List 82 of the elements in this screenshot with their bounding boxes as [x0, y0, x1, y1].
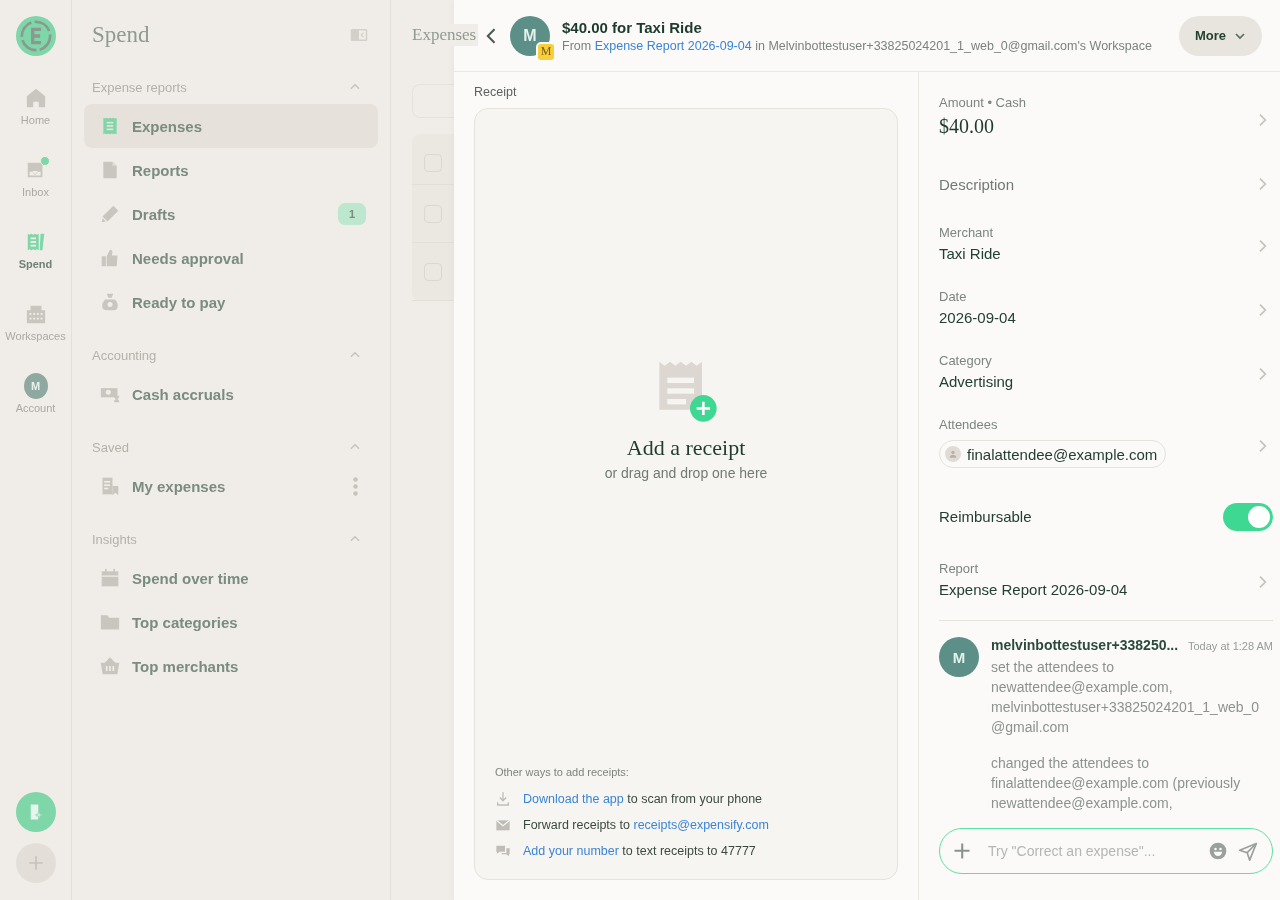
- field-label: Category: [939, 352, 993, 370]
- download-icon: [495, 791, 511, 807]
- section-header: Expense reports: [92, 79, 187, 95]
- basket-icon: [100, 656, 120, 676]
- add-button[interactable]: [15, 843, 56, 883]
- sidebar-item[interactable]: Cash accruals: [84, 372, 378, 416]
- nav-item[interactable]: Inbox: [0, 146, 72, 218]
- field-label: Description: [939, 175, 1016, 193]
- send-icon: [1238, 841, 1258, 861]
- nav-item[interactable]: Spend: [0, 218, 72, 290]
- sidebar-item[interactable]: Ready to pay: [84, 280, 378, 324]
- field-label: Amount • Cash: [939, 94, 1027, 112]
- field-value: Taxi Ride: [939, 244, 1002, 264]
- count-badge: 1: [337, 203, 366, 225]
- link[interactable]: receipts@expensify.com: [633, 818, 769, 832]
- comment-text: set the attendees to newattendee@example.com, melvinbottestuser+33825024201_1_web_0@gmail.com: [991, 658, 1261, 737]
- sidebar-item[interactable]: Drafts 1: [84, 192, 378, 236]
- section-header: Insights: [92, 531, 137, 547]
- section-header: Saved: [92, 439, 129, 455]
- toggle-switch[interactable]: [1223, 503, 1273, 531]
- field-value: Expense Report 2026-09-04: [939, 580, 1129, 600]
- field-label: Merchant: [939, 224, 995, 242]
- workspace-badge: M: [536, 41, 556, 62]
- link[interactable]: Add your number: [523, 844, 619, 858]
- field-label: Attendees: [939, 416, 999, 434]
- chat-bubbles-icon: [495, 843, 511, 859]
- section-label: Receipt: [474, 85, 517, 99]
- folder-icon: [100, 612, 120, 632]
- receipt-icon: [100, 116, 120, 136]
- field-value: 2026-09-04: [939, 308, 1017, 328]
- avatar: M: [939, 637, 979, 677]
- thumbs-up-icon: [100, 248, 120, 268]
- field-label: Date: [939, 288, 968, 306]
- sidebar-item[interactable]: Spend over time: [84, 556, 378, 600]
- field-value: Advertising: [939, 372, 1015, 392]
- new-receipt-button[interactable]: [15, 792, 56, 832]
- amount-value: $40.00: [939, 114, 995, 139]
- more-options-icon[interactable]: [353, 476, 358, 496]
- home-icon: [24, 87, 47, 109]
- field-label: Reimbursable: [939, 507, 1033, 527]
- comment-author: melvinbottestuser+338250...: [991, 637, 1179, 653]
- sidebar-item[interactable]: Reports: [84, 148, 378, 192]
- sidebar-item[interactable]: My expenses: [84, 464, 378, 508]
- nav-item[interactable]: Workspaces: [0, 290, 72, 362]
- message-field[interactable]: Try "Correct an expense"...: [982, 843, 1198, 859]
- expense-title: $40.00 for Taxi Ride: [562, 18, 703, 36]
- logo-icon: [15, 16, 56, 56]
- money-bag-icon: [100, 292, 120, 312]
- more-button[interactable]: More: [1178, 15, 1262, 56]
- sidebar-item[interactable]: Expenses: [84, 104, 378, 148]
- sidebar-item[interactable]: Needs approval: [84, 236, 378, 280]
- emoji-icon: [1208, 841, 1228, 861]
- comment-text: changed the attendees to finalattendee@example.com (previously newattendee@example.com,: [991, 754, 1242, 813]
- plus-icon: [952, 841, 972, 861]
- nav-item[interactable]: M Account: [0, 362, 72, 434]
- field-label: Report: [939, 560, 980, 578]
- expense-subtitle: From Expense Report 2026-09-04 in Melvinbottestuser+33825024201_1_web_0@gmail.com's Workspace: [562, 38, 1153, 53]
- document-icon: [100, 160, 120, 180]
- section-label: Other ways to add receipts:: [495, 766, 630, 778]
- calendar-icon: [100, 568, 120, 588]
- dropzone-hint: or drag and drop one here: [604, 465, 768, 481]
- page-title: Expenses: [412, 24, 479, 46]
- section-header: Accounting: [92, 347, 157, 363]
- receipt-dropzone[interactable]: Add a receipt or drag and drop one here Other ways to add receipts: Download the app to scan from your phone Forward receipts to receipts@expensify.com Add your number to text receipts to 47777: [474, 108, 898, 880]
- bookmark-receipt-icon: [100, 476, 120, 496]
- sidebar-title: Spend: [92, 22, 150, 48]
- sidebar-item[interactable]: Top categories: [84, 600, 378, 644]
- link[interactable]: Download the app: [523, 792, 624, 806]
- collapse-sidebar-icon: [348, 26, 370, 44]
- report-link[interactable]: Expense Report 2026-09-04: [594, 38, 752, 53]
- pencil-icon: [100, 204, 120, 224]
- instruction-text: Download the app to scan from your phone: [523, 792, 763, 806]
- comment-time: Today at 1:28 AM: [1188, 640, 1273, 652]
- instruction-text: Add your number to text receipts to 47777: [523, 844, 756, 858]
- person-icon: [948, 449, 958, 459]
- avatar: M: [23, 373, 48, 399]
- envelope-icon: [495, 817, 511, 833]
- sidebar-item[interactable]: Top merchants: [84, 644, 378, 688]
- nav-item[interactable]: Home: [0, 74, 72, 146]
- instruction-text: Forward receipts to receipts@expensify.com: [523, 818, 769, 832]
- building-icon: [24, 303, 47, 325]
- dropzone-title: Add a receipt: [626, 435, 746, 461]
